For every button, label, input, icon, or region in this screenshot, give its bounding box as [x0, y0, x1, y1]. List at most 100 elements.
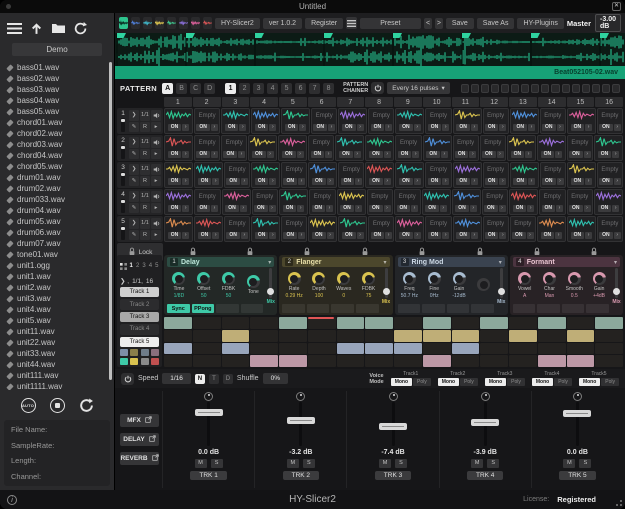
- file-item[interactable]: drum04.wav: [7, 205, 106, 216]
- step-cell[interactable]: EmptyON›: [252, 189, 279, 215]
- knob-dial[interactable]: [428, 272, 441, 285]
- step-cell[interactable]: ON›: [365, 135, 394, 161]
- slice-grid-cell[interactable]: [365, 330, 393, 342]
- file-item[interactable]: drum01.wav: [7, 172, 106, 183]
- slice-grid-cell[interactable]: [538, 355, 566, 367]
- step-on-button[interactable]: ON: [312, 205, 326, 212]
- step-next-button[interactable]: ›: [414, 178, 421, 185]
- pan-knob[interactable]: [204, 392, 213, 401]
- step-cell[interactable]: ON›: [251, 108, 280, 134]
- random-button[interactable]: R: [140, 203, 150, 214]
- step-next-button[interactable]: ›: [354, 151, 361, 158]
- step-on-button[interactable]: ON: [168, 124, 182, 131]
- chain-step[interactable]: [541, 84, 549, 93]
- slicer-preset-icon[interactable]: [167, 17, 176, 29]
- slice-grid-cell[interactable]: [394, 330, 422, 342]
- slice-grid-cell[interactable]: [423, 343, 451, 355]
- knob-dial[interactable]: [568, 272, 581, 285]
- step-on-button[interactable]: ON: [369, 178, 383, 185]
- knob-dial[interactable]: [403, 272, 416, 285]
- slice-grid-cell[interactable]: [509, 355, 537, 367]
- folder-icon[interactable]: [51, 22, 66, 34]
- step-on-button[interactable]: ON: [571, 178, 585, 185]
- slice-grid-cell[interactable]: [250, 343, 278, 355]
- slice-grid-cell[interactable]: [567, 317, 595, 329]
- play-mode-icon[interactable]: ❯: [129, 218, 139, 229]
- step-on-button[interactable]: ON: [198, 178, 212, 185]
- save-button[interactable]: Save: [446, 18, 474, 29]
- mute-button[interactable]: M: [379, 459, 391, 468]
- file-item[interactable]: unit1111.wav: [7, 381, 106, 390]
- step-cell[interactable]: ON›: [395, 108, 424, 134]
- sample-bar[interactable]: Beat052105-02.wav: [115, 66, 625, 79]
- step-next-button[interactable]: ›: [298, 178, 305, 185]
- slice-grid-cell[interactable]: [480, 343, 508, 355]
- step-on-button[interactable]: ON: [455, 151, 469, 158]
- step-next-button[interactable]: ›: [211, 205, 218, 212]
- step-on-button[interactable]: ON: [485, 124, 499, 131]
- knob-dial[interactable]: [222, 272, 235, 285]
- step-cell[interactable]: ON›: [281, 108, 310, 134]
- step-cell[interactable]: ON›: [308, 216, 337, 242]
- step-next-button[interactable]: ›: [612, 205, 619, 212]
- step-next-button[interactable]: ›: [556, 205, 563, 212]
- step-next-button[interactable]: ›: [499, 124, 506, 131]
- step-on-button[interactable]: ON: [285, 124, 299, 131]
- slice-grid-cell[interactable]: [308, 343, 336, 355]
- slice-grid-cell[interactable]: [222, 330, 250, 342]
- volume-fader[interactable]: [532, 402, 623, 446]
- fx-option-button[interactable]: [307, 304, 330, 313]
- speaker-icon[interactable]: [151, 164, 161, 175]
- fx-knob[interactable]: Freq50.7 Hz: [398, 272, 422, 299]
- step-on-button[interactable]: ON: [341, 178, 355, 185]
- chain-step[interactable]: [572, 84, 580, 93]
- prev-preset-button[interactable]: <: [424, 18, 432, 29]
- step-next-button[interactable]: ›: [327, 232, 334, 239]
- stop-button[interactable]: [50, 398, 65, 413]
- step-next-button[interactable]: ›: [585, 178, 592, 185]
- file-item[interactable]: drum05.wav: [7, 216, 106, 227]
- edit-icon[interactable]: ✎: [129, 149, 139, 160]
- fx-knob[interactable]: Gain-12dB: [447, 272, 471, 299]
- step-cell[interactable]: ON›: [338, 108, 367, 134]
- slice-grid-cell[interactable]: [250, 317, 278, 329]
- up-arrow-icon[interactable]: [30, 22, 43, 35]
- step-next-button[interactable]: ›: [527, 205, 534, 212]
- slice-grid-cell[interactable]: [164, 317, 192, 329]
- step-on-button[interactable]: ON: [168, 151, 182, 158]
- pattern-slot-1[interactable]: 1: [225, 83, 236, 94]
- step-cell[interactable]: ON›: [164, 162, 193, 188]
- step-cell[interactable]: ON›: [453, 108, 482, 134]
- file-item[interactable]: unit3.wav: [7, 293, 106, 304]
- step-next-button[interactable]: ›: [614, 124, 621, 131]
- mute-button[interactable]: M: [563, 459, 575, 468]
- step-on-button[interactable]: ON: [225, 205, 239, 212]
- mono-button[interactable]: Mono: [438, 378, 459, 386]
- step-on-button[interactable]: ON: [312, 232, 326, 239]
- step-next-button[interactable]: ›: [471, 232, 478, 239]
- step-cell[interactable]: EmptyON›: [483, 162, 509, 188]
- pattern-bank-B[interactable]: B: [176, 83, 187, 94]
- step-on-button[interactable]: ON: [541, 151, 555, 158]
- step-next-button[interactable]: ›: [614, 178, 621, 185]
- slice-grid-cell[interactable]: [595, 330, 623, 342]
- step-cell[interactable]: EmptyON›: [368, 216, 394, 242]
- knob-dial[interactable]: [543, 272, 556, 285]
- file-item[interactable]: unit5.wav: [7, 315, 106, 326]
- step-cell[interactable]: EmptyON›: [281, 216, 307, 242]
- step-on-button[interactable]: ON: [311, 151, 325, 158]
- step-on-button[interactable]: ON: [571, 232, 585, 239]
- fader-handle[interactable]: [563, 410, 591, 417]
- slice-grid-cell[interactable]: [595, 355, 623, 367]
- track-name-button[interactable]: TRK 2: [283, 471, 319, 480]
- file-item[interactable]: unit111.wav: [7, 370, 106, 381]
- chain-step[interactable]: [592, 84, 600, 93]
- color-swatch[interactable]: [120, 349, 128, 356]
- step-next-button[interactable]: ›: [612, 151, 619, 158]
- step-next-button[interactable]: ›: [441, 151, 448, 158]
- slice-grid-cell[interactable]: [337, 330, 365, 342]
- chevron-down-icon[interactable]: ▾: [614, 259, 617, 266]
- hy-plugins-button[interactable]: HY-Plugins: [517, 18, 563, 29]
- fx-option-button[interactable]: [447, 304, 470, 313]
- file-item[interactable]: drum033.wav: [7, 194, 106, 205]
